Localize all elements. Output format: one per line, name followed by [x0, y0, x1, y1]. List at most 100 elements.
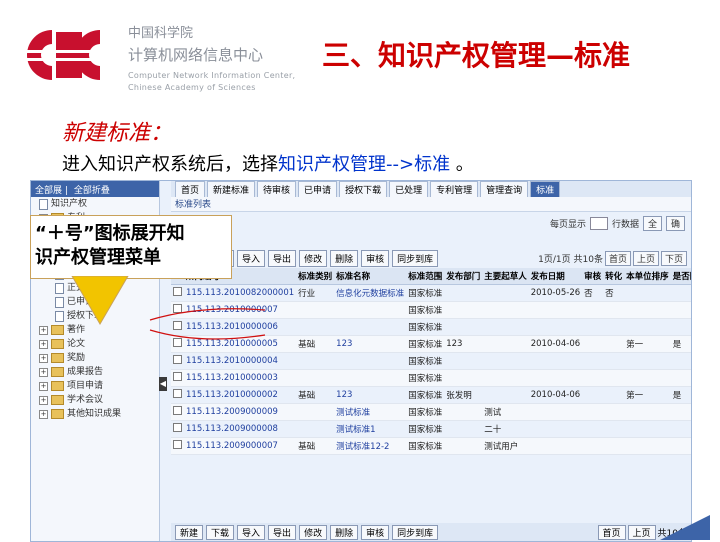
collapse-all-tab[interactable]: 全部折叠	[74, 183, 110, 196]
collapse-panel-icon[interactable]: ◀	[159, 377, 167, 391]
toolbar-button[interactable]: 审核	[361, 249, 390, 267]
table-cell[interactable]: 115.113.2009000009	[184, 403, 297, 421]
table-row[interactable]: 115.113.2009000007 基础 测试标准12-2 国家标准 测试用户	[171, 437, 691, 455]
expand-icon[interactable]: +	[39, 381, 48, 391]
row-checkbox[interactable]	[173, 389, 182, 398]
prev-page-button[interactable]: 上页	[632, 250, 659, 266]
table-row[interactable]: 115.113.2010000007 国家标准	[171, 301, 691, 319]
bottom-toolbar-button[interactable]: 导出	[268, 524, 297, 540]
main-tab[interactable]: 待审核	[257, 181, 297, 197]
expand-icon[interactable]: +	[39, 367, 48, 377]
table-row[interactable]: 115.113.2010000004 国家标准	[171, 352, 691, 370]
callout-line-1: “＋号”图标展开知	[35, 223, 185, 244]
bottom-toolbar-button[interactable]: 新建	[175, 524, 204, 540]
table-cell[interactable]	[171, 369, 184, 387]
expand-icon[interactable]: +	[39, 353, 48, 363]
table-row[interactable]: 115.113.2010000002 基础 123 国家标准 张发明 2010-04-06…	[171, 386, 691, 404]
expand-icon[interactable]: +	[39, 339, 48, 349]
bottom-toolbar-button[interactable]: 审核	[361, 524, 390, 540]
table-row[interactable]: 115.113.2010082000001 行业 信息化元数据标准 国家标准 2010-…	[171, 284, 691, 302]
table-cell[interactable]	[171, 318, 184, 336]
toolbar-button[interactable]: 修改	[299, 249, 328, 267]
main-tab[interactable]: 管理查询	[480, 181, 529, 197]
table-cell: 2010-05-26	[528, 284, 583, 302]
bottom-toolbar-button[interactable]: 修改	[299, 524, 328, 540]
main-tab[interactable]: 首页	[175, 181, 206, 197]
table-row[interactable]: 115.113.2009000009 测试标准 国家标准 测试	[171, 403, 691, 421]
tree-item[interactable]: 知识产权	[31, 197, 159, 211]
row-checkbox[interactable]	[173, 287, 182, 296]
table-cell[interactable]	[171, 437, 184, 455]
table-cell[interactable]: 115.113.2010000006	[184, 318, 297, 336]
main-tab[interactable]: 标准	[530, 181, 561, 197]
toolbar-button[interactable]: 导入	[237, 249, 266, 267]
table-cell[interactable]: 115.113.2009000007	[184, 437, 297, 455]
table-cell: 是	[670, 386, 691, 404]
row-checkbox[interactable]	[173, 338, 182, 347]
table-row[interactable]: 115.113.2010000006 国家标准	[171, 318, 691, 336]
table-cell	[624, 352, 671, 370]
table-cell	[670, 284, 691, 302]
table-row[interactable]: 115.113.2009000008 测试标准1 国家标准 二十	[171, 420, 691, 438]
row-checkbox[interactable]	[173, 406, 182, 415]
row-checkbox[interactable]	[173, 440, 182, 449]
table-cell[interactable]	[171, 420, 184, 438]
bottom-first-page-button[interactable]: 首页	[597, 524, 626, 540]
expand-icon[interactable]: +	[39, 325, 48, 335]
next-page-button[interactable]: 下页	[660, 250, 687, 266]
expand-icon[interactable]: +	[39, 395, 48, 405]
bottom-toolbar-button[interactable]: 导入	[237, 524, 266, 540]
tree-item[interactable]: + 学术会议	[31, 393, 159, 407]
table-cell[interactable]	[171, 386, 184, 404]
table-cell	[582, 352, 604, 370]
subtab-standard-list[interactable]: 标准列表	[171, 197, 691, 212]
table-cell[interactable]	[171, 403, 184, 421]
table-cell	[528, 318, 583, 336]
table-cell	[334, 301, 407, 319]
row-checkbox[interactable]	[173, 304, 182, 313]
show-all-button[interactable]: 全	[642, 215, 662, 231]
table-cell	[528, 301, 583, 319]
tree-item[interactable]: + 其他知识成果	[31, 407, 159, 421]
toolbar-button[interactable]: 删除	[330, 249, 359, 267]
bottom-toolbar-button[interactable]: 删除	[330, 524, 359, 540]
tree-item[interactable]: + 奖励	[31, 351, 159, 365]
expand-all-tab[interactable]: 全部展 |	[35, 183, 68, 196]
page-size-input[interactable]	[589, 216, 608, 230]
confirm-button[interactable]: 确	[665, 215, 685, 231]
table-cell[interactable]	[171, 335, 184, 353]
tree-item[interactable]: + 成果报告	[31, 365, 159, 379]
row-checkbox[interactable]	[173, 355, 182, 364]
bottom-toolbar-button[interactable]: 下载	[206, 524, 235, 540]
bottom-toolbar: 新建 下载 导入 导出 修改 删除 审核 同步到库 首页 上页 共10条	[171, 523, 691, 541]
tree-item[interactable]: + 项目申请	[31, 379, 159, 393]
table-cell[interactable]: 115.113.2010082000001	[184, 284, 297, 302]
table-cell	[444, 352, 483, 370]
table-cell[interactable]	[171, 301, 184, 319]
main-tab[interactable]: 已处理	[389, 181, 429, 197]
table-cell[interactable]: 115.113.2010000005	[184, 335, 297, 353]
first-page-button[interactable]: 首页	[604, 250, 631, 266]
row-checkbox[interactable]	[173, 321, 182, 330]
main-tab[interactable]: 授权下载	[339, 181, 388, 197]
row-checkbox[interactable]	[173, 372, 182, 381]
table-cell[interactable]: 115.113.2010000003	[184, 369, 297, 387]
table-cell[interactable]: 115.113.2010000002	[184, 386, 297, 404]
table-cell[interactable]: 115.113.2010000004	[184, 352, 297, 370]
row-checkbox[interactable]	[173, 423, 182, 432]
tree-item[interactable]: + 论文	[31, 337, 159, 351]
main-tab[interactable]: 新建标准	[207, 181, 256, 197]
table-cell	[528, 403, 583, 421]
main-tab[interactable]: 专利管理	[430, 181, 479, 197]
table-cell[interactable]: 115.113.2010000007	[184, 301, 297, 319]
table-cell[interactable]: 115.113.2009000008	[184, 420, 297, 438]
toolbar-button[interactable]: 同步到库	[392, 249, 439, 267]
table-row[interactable]: 115.113.2010000005 基础 123 国家标准 123 2010-04-06…	[171, 335, 691, 353]
main-tab[interactable]: 已申请	[298, 181, 338, 197]
bottom-toolbar-button[interactable]: 同步到库	[392, 524, 439, 540]
table-row[interactable]: 115.113.2010000003 国家标准	[171, 369, 691, 387]
table-cell[interactable]	[171, 352, 184, 370]
table-cell[interactable]	[171, 284, 184, 302]
toolbar-button[interactable]: 导出	[268, 249, 297, 267]
expand-icon[interactable]: +	[39, 409, 48, 419]
